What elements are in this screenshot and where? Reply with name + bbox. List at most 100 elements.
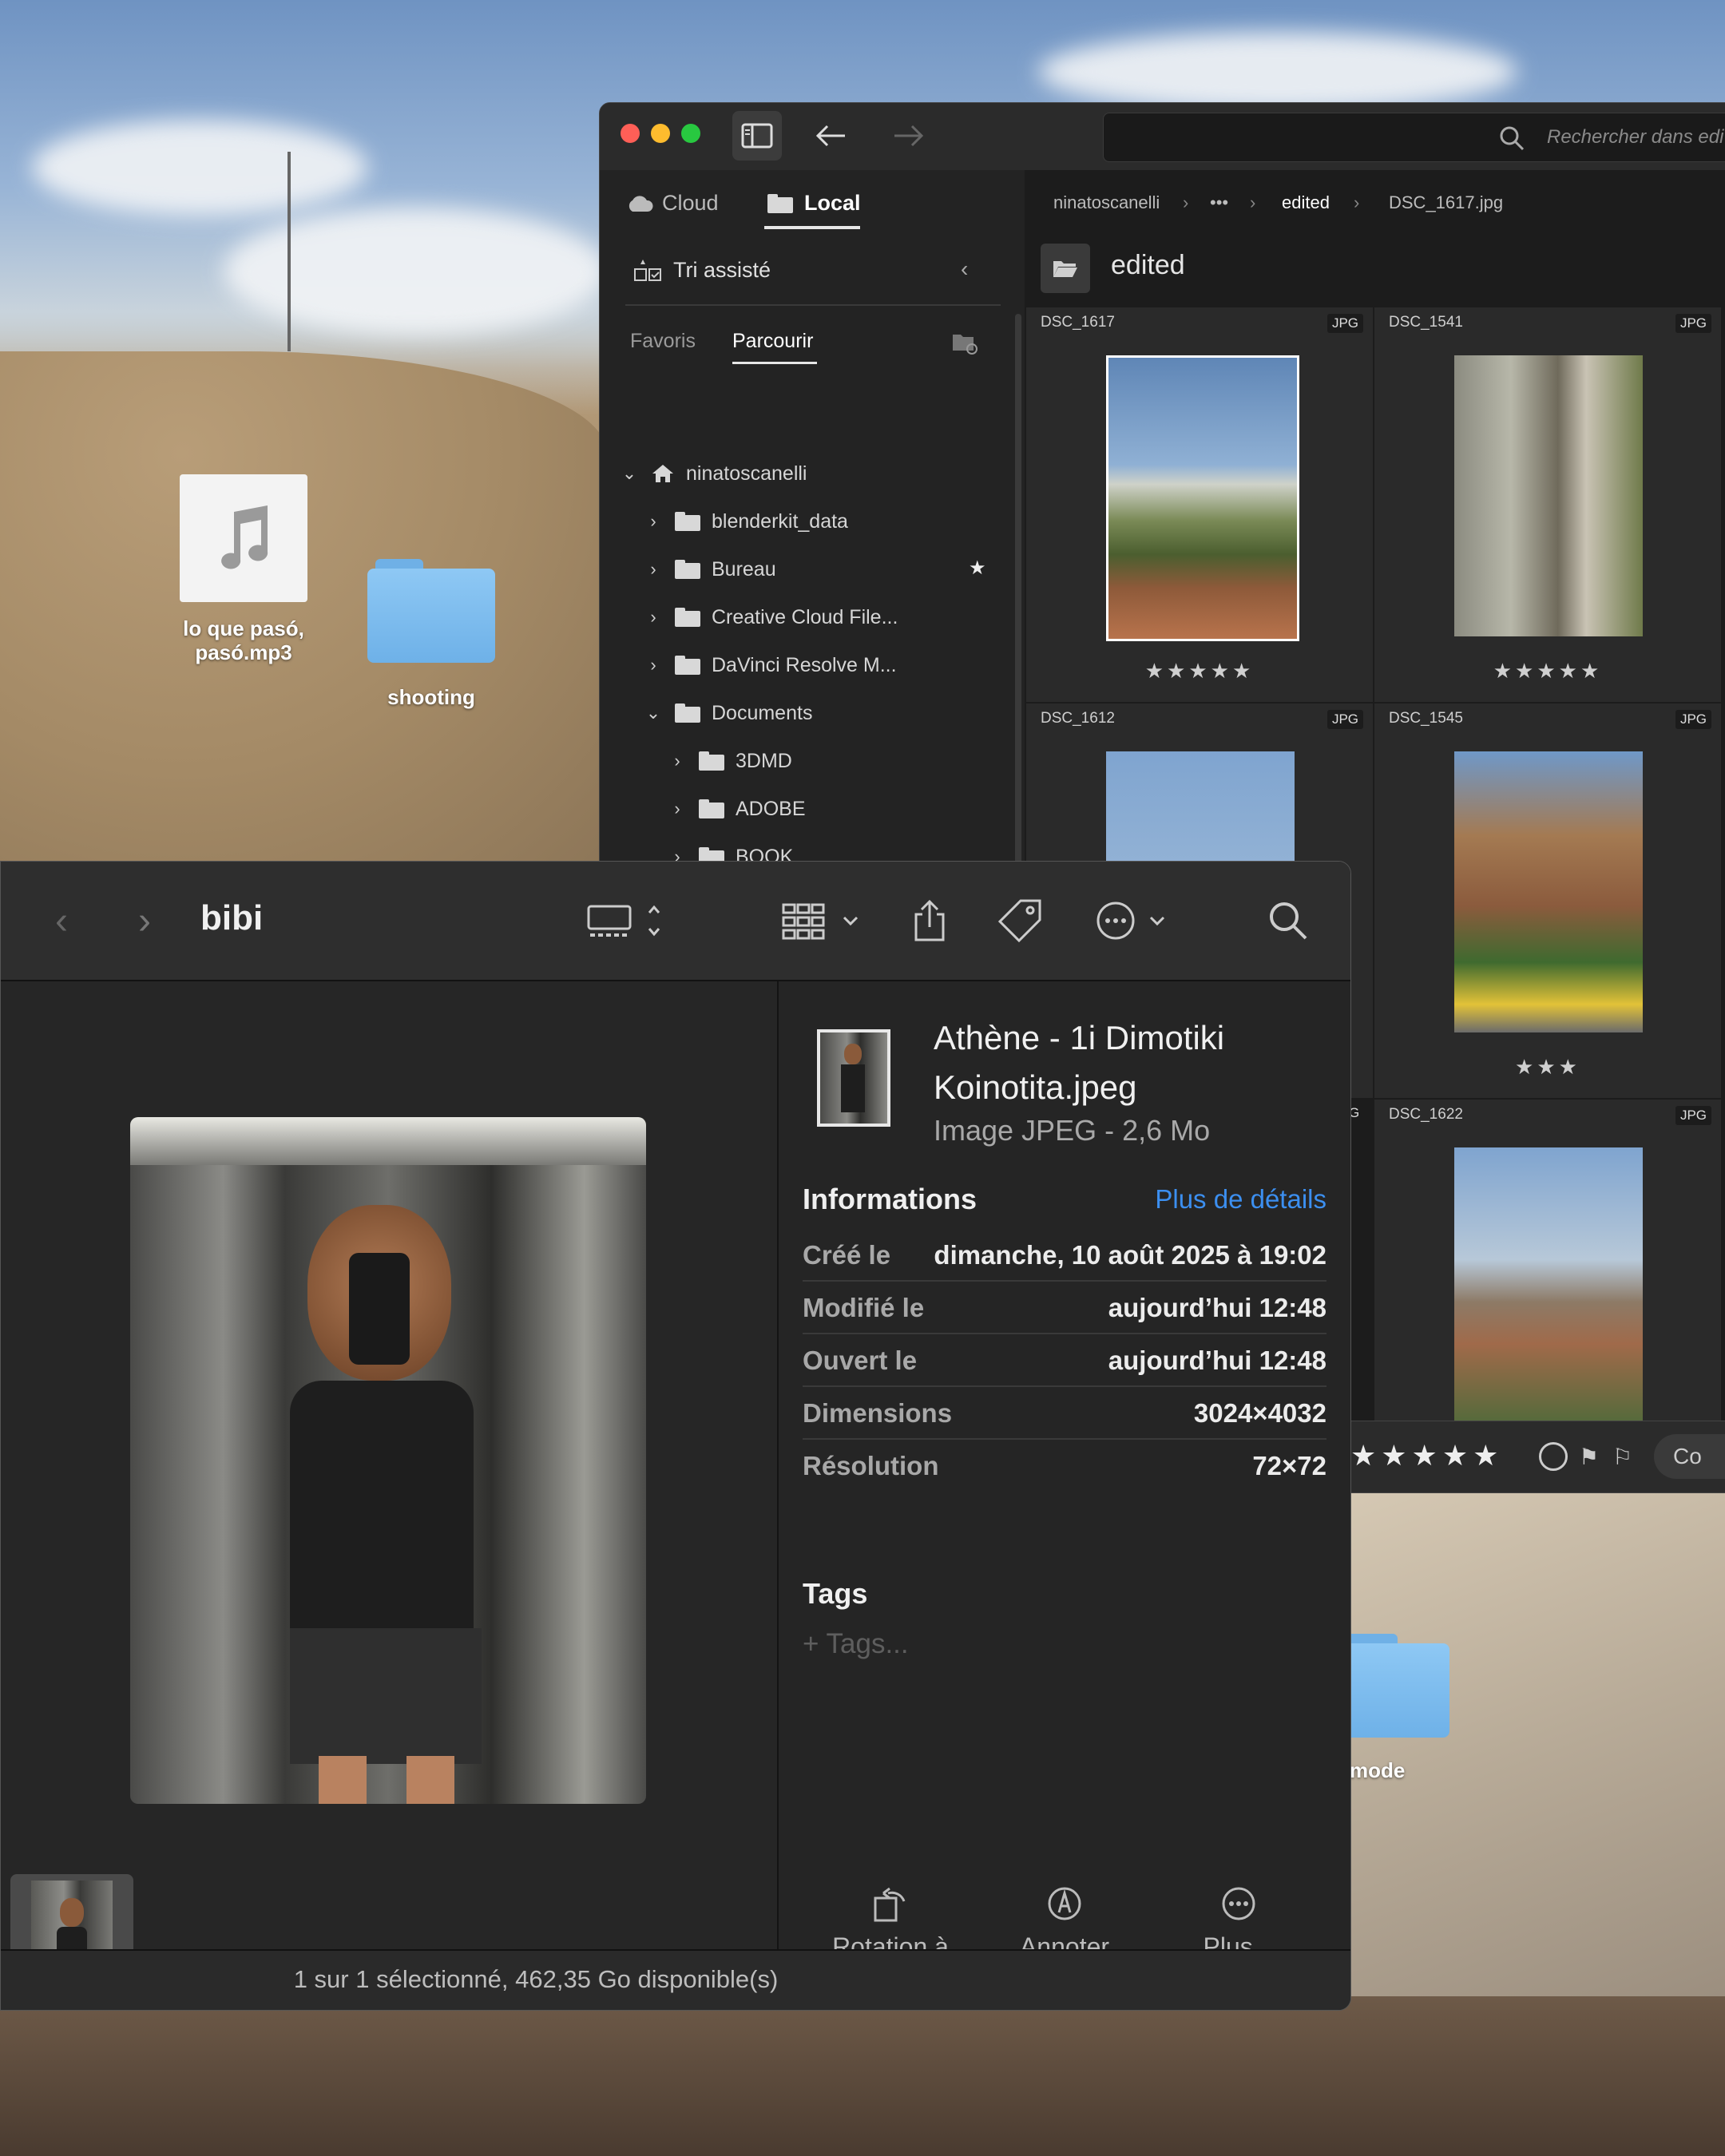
tab-cloud-label: Cloud bbox=[662, 191, 719, 215]
reject-circle-icon[interactable] bbox=[1539, 1442, 1568, 1471]
divider bbox=[625, 304, 1001, 306]
info-value: aujourd’hui 12:48 bbox=[1108, 1346, 1326, 1375]
photo-type-badge: JPG bbox=[1326, 314, 1363, 333]
folder-title: edited bbox=[1111, 250, 1185, 280]
desktop-folder-mode[interactable]: mode bbox=[1350, 1634, 1449, 1783]
info-value: 72×72 bbox=[1252, 1451, 1326, 1480]
photo-name: DSC_1622 bbox=[1389, 1106, 1463, 1123]
folder-icon bbox=[767, 193, 795, 213]
photo-name: DSC_1612 bbox=[1041, 710, 1115, 727]
finder-toolbar: ‹ › bibi bbox=[1, 862, 1350, 981]
active-tab-underline bbox=[764, 226, 860, 229]
rating-stars: ★★★★★ bbox=[1144, 659, 1255, 683]
info-row-dimensions: Dimensions 3024×4032 bbox=[803, 1387, 1326, 1440]
assisted-sort-label: Tri assisté bbox=[673, 257, 771, 282]
info-heading: Informations bbox=[803, 1183, 978, 1215]
file-name-line: Athène - 1i Dimotiki bbox=[934, 1019, 1225, 1056]
tags-heading: Tags bbox=[803, 1577, 868, 1610]
chevron-down-icon: ⌄ bbox=[621, 463, 637, 483]
photo-name: DSC_1541 bbox=[1389, 314, 1463, 331]
chevron-right-icon: › bbox=[650, 607, 656, 627]
breadcrumb-separator: › bbox=[1183, 192, 1189, 212]
tab-local[interactable]: Local bbox=[767, 191, 861, 216]
assisted-sort-header[interactable]: Tri assisté bbox=[633, 256, 771, 283]
file-name-line: Koinotita.jpeg bbox=[934, 1068, 1137, 1106]
tree-item-label: 3DMD bbox=[736, 749, 792, 772]
tab-favorites[interactable]: Favoris bbox=[630, 330, 696, 353]
photo-name: DSC_1545 bbox=[1389, 710, 1463, 727]
info-key: Résolution bbox=[803, 1451, 939, 1480]
breadcrumb-item[interactable]: edited bbox=[1282, 192, 1330, 213]
back-chevron-icon[interactable]: ‹ bbox=[46, 895, 77, 946]
collapse-chevron-icon[interactable]: ‹ bbox=[961, 256, 968, 282]
tree-item-label: DaVinci Resolve M... bbox=[712, 653, 897, 676]
photo-name: DSC_1617 bbox=[1041, 314, 1115, 331]
desktop-folder-shooting[interactable]: shooting bbox=[359, 559, 503, 710]
tree-item-adobe[interactable]: › ADOBE bbox=[668, 788, 805, 830]
folder-icon bbox=[675, 656, 700, 675]
tree-item-blenderkit[interactable]: › blenderkit_data bbox=[644, 501, 848, 542]
view-mode-gallery-icon[interactable] bbox=[585, 895, 673, 946]
breadcrumb-item[interactable]: DSC_1617.jpg bbox=[1389, 192, 1503, 213]
search-icon bbox=[1500, 126, 1525, 151]
tree-item-label: blenderkit_data bbox=[712, 509, 848, 533]
tree-item-davinci[interactable]: › DaVinci Resolve M... bbox=[644, 644, 897, 686]
zoom-window-button[interactable] bbox=[681, 124, 700, 143]
desktop-icon-mp3[interactable]: lo que pasó, pasó.mp3 bbox=[168, 474, 319, 664]
more-actions-icon[interactable] bbox=[1095, 895, 1178, 946]
rotate-left-icon bbox=[874, 1887, 906, 1922]
compare-button-label: Co bbox=[1673, 1444, 1702, 1468]
share-icon[interactable] bbox=[910, 895, 950, 946]
group-by-icon[interactable] bbox=[780, 895, 863, 946]
photo-cell[interactable]: DSC_1545 JPG ★★★ bbox=[1374, 703, 1721, 1098]
tree-item-label: ninatoscanelli bbox=[686, 462, 807, 485]
tree-item-ninatoscanelli[interactable]: ⌄ ninatoscanelli bbox=[621, 453, 807, 494]
photo-cell[interactable]: DSC_1541 JPG ★★★★★ bbox=[1374, 307, 1721, 702]
sidebar-toggle-icon[interactable] bbox=[732, 111, 782, 161]
info-key: Dimensions bbox=[803, 1398, 953, 1428]
info-key: Ouvert le bbox=[803, 1346, 918, 1375]
back-arrow-icon[interactable] bbox=[806, 111, 855, 161]
tag-icon[interactable] bbox=[996, 895, 1044, 946]
window-title: bibi bbox=[200, 898, 264, 937]
folder-icon bbox=[675, 512, 700, 531]
tree-item-documents[interactable]: ⌄ Documents bbox=[644, 692, 813, 734]
search-icon[interactable] bbox=[1266, 895, 1311, 946]
photo-preview[interactable] bbox=[130, 1117, 646, 1804]
info-pane: Athène - 1i Dimotiki Koinotita.jpeg Imag… bbox=[779, 981, 1350, 2010]
unflag-icon[interactable]: ⚐ bbox=[1612, 1444, 1632, 1470]
tab-cloud[interactable]: Cloud bbox=[625, 191, 719, 216]
photo-thumbnail bbox=[1454, 355, 1643, 636]
home-icon bbox=[652, 465, 673, 482]
add-folder-icon[interactable] bbox=[951, 331, 980, 359]
annotate-icon bbox=[1048, 1887, 1081, 1920]
tree-item-bureau[interactable]: › Bureau bbox=[644, 549, 776, 590]
tree-item-label: Bureau bbox=[712, 557, 776, 581]
info-value: dimanche, 10 août 2025 à 19:02 bbox=[934, 1240, 1326, 1270]
more-details-link[interactable]: Plus de détails bbox=[1155, 1184, 1326, 1215]
flag-icon[interactable]: ⚑ bbox=[1579, 1444, 1599, 1470]
search-input[interactable]: Rechercher dans edi bbox=[1103, 113, 1725, 162]
rating-stars[interactable]: ★★★★★ bbox=[1350, 1439, 1503, 1472]
file-name: Athène - 1i Dimotiki Koinotita.jpeg bbox=[934, 1013, 1224, 1112]
chevron-right-icon: › bbox=[674, 751, 680, 771]
photo-cell[interactable]: DSC_1617 JPG ★★★★★ bbox=[1026, 307, 1373, 702]
tab-browse[interactable]: Parcourir bbox=[732, 330, 813, 353]
active-subtab-underline bbox=[732, 362, 817, 364]
status-text: 1 sur 1 sélectionné, 462,35 Go disponibl… bbox=[293, 1965, 779, 1993]
photo-thumbnail bbox=[1454, 751, 1643, 1032]
forward-arrow-icon[interactable] bbox=[884, 111, 934, 161]
folder-icon bbox=[699, 751, 724, 771]
tree-item-creative-cloud[interactable]: › Creative Cloud File... bbox=[644, 596, 898, 638]
tree-item-3dmd[interactable]: › 3DMD bbox=[668, 740, 792, 782]
breadcrumb-separator: › bbox=[1354, 192, 1360, 212]
minimize-window-button[interactable] bbox=[651, 124, 670, 143]
breadcrumb-item[interactable]: ninatoscanelli bbox=[1053, 192, 1160, 213]
folder-icon bbox=[367, 559, 495, 663]
forward-chevron-icon[interactable]: › bbox=[129, 895, 161, 946]
close-window-button[interactable] bbox=[621, 124, 640, 143]
star-icon: ★ bbox=[969, 557, 986, 579]
folder-icon bbox=[1350, 1634, 1449, 1738]
breadcrumb-item[interactable]: ••• bbox=[1210, 192, 1228, 213]
tags-input[interactable]: + Tags... bbox=[803, 1628, 909, 1660]
